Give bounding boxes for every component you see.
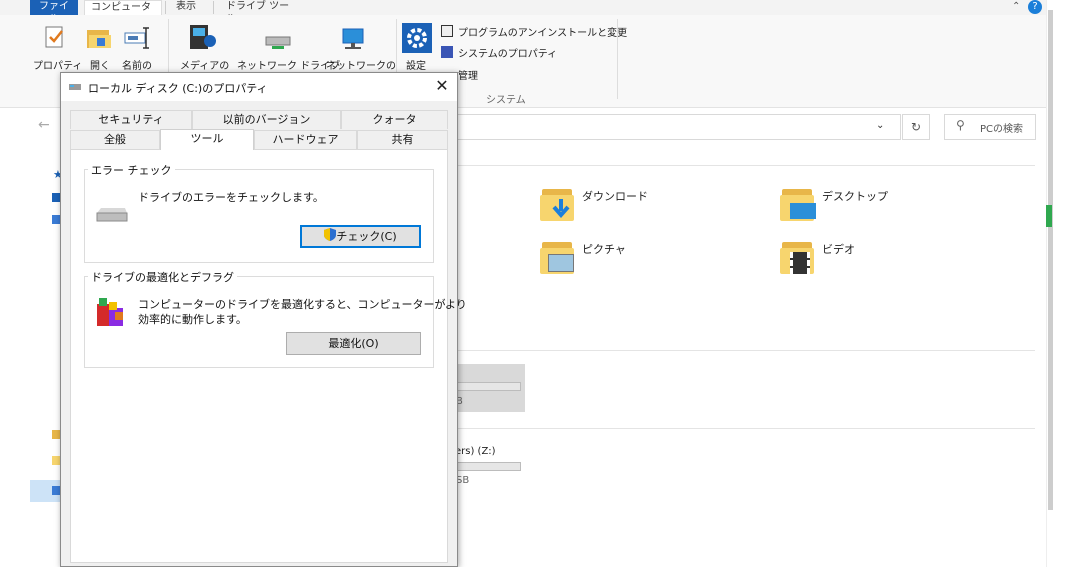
folder-label[interactable]: ピクチャ [582,241,626,257]
drive-label[interactable]: ers) (Z:) [455,446,496,457]
tab-general[interactable]: 全般 [70,130,160,149]
tab-sharing[interactable]: 共有 [357,130,448,149]
search-placeholder: PCの検索 [980,124,1024,135]
uninstall-programs-link[interactable]: プログラムのアンインストールと変更 [458,24,627,39]
system-group-label: システム [486,95,526,106]
chevron-down-icon[interactable]: ⌄ [876,120,884,131]
network-location-icon[interactable] [340,27,368,51]
close-icon[interactable]: ✕ [431,76,453,98]
optimize-description: コンピューターのドライブを最適化すると、コンピューターがより [138,298,467,311]
tab-security[interactable]: セキュリティ [70,110,192,129]
system-properties-icon[interactable] [441,46,453,58]
scrollbar-thumb[interactable] [1048,10,1053,510]
optimize-button[interactable]: 最適化(O) [286,332,421,355]
defrag-icon [95,296,127,328]
search-icon: ⚲ [956,118,965,132]
ribbon-separator [617,19,618,99]
media-access-icon[interactable] [188,23,218,51]
properties-dialog: ローカル ディスク (C:)のプロパティ ✕ セキュリティ 以前のバージョン ク… [60,72,467,567]
section-divider [455,350,1035,351]
drive-usage-bar [455,462,521,471]
chevron-up-icon[interactable]: ⌃ [1012,1,1020,12]
open-folder-icon[interactable] [86,27,112,49]
folder-icon[interactable] [540,238,576,274]
tab-previous-versions[interactable]: 以前のバージョン [192,110,341,129]
drive-icon [69,82,81,92]
rename-button[interactable]: 名前の [122,57,152,72]
media-button[interactable]: メディアの [180,57,229,72]
tab-quota[interactable]: クォータ [341,110,448,129]
map-network-drive-button[interactable]: ネットワーク ドライブ [237,57,340,72]
gear-icon[interactable] [402,23,432,53]
tools-tab-panel: エラー チェック ドライブのエラーをチェックします。 チェック(C) ドライブの… [70,149,467,563]
shield-icon [324,227,337,247]
manage-link[interactable]: 管理 [458,67,478,82]
rename-icon[interactable] [124,27,152,49]
network-location-button[interactable]: ネットワークの [326,57,396,72]
check-button-label: チェック(C) [336,230,397,243]
properties-button[interactable]: プロパティ [33,57,82,72]
properties-icon[interactable] [44,25,66,49]
tab-drive-tools[interactable]: ドライブ ツール [220,0,300,25]
dialog-titlebar[interactable]: ローカル ディスク (C:)のプロパティ ✕ [61,73,457,101]
ribbon-tab-bar: ファイル コンピューター 表示 ドライブ ツール ⌃ ? [0,0,1046,26]
status-indicator [1046,205,1052,227]
folder-icon[interactable] [780,238,816,274]
folder-icon[interactable] [780,185,816,221]
tab-separator [165,1,166,14]
group-title: ドライブの最適化とデフラグ [88,269,237,285]
section-divider [455,428,1035,429]
tab-view[interactable]: 表示 [170,0,206,15]
tab-computer[interactable]: コンピューター [84,0,162,26]
folder-icon[interactable] [540,185,576,221]
tab-separator [213,1,214,14]
back-arrow-icon[interactable]: ← [38,117,50,133]
refresh-icon[interactable]: ↻ [902,114,930,140]
error-check-group [84,169,434,263]
tab-file[interactable]: ファイル [30,0,78,25]
folder-label[interactable]: ダウンロード [582,188,648,204]
system-properties-link[interactable]: システムのプロパティ [458,45,557,60]
settings-button[interactable]: 設定 [406,57,426,72]
optimize-description: 効率的に動作します。 [138,313,247,326]
section-divider [455,165,1035,166]
network-drive-icon[interactable] [264,31,294,51]
error-check-description: ドライブのエラーをチェックします。 [138,191,324,204]
tab-tools[interactable]: ツール [160,129,254,150]
check-button[interactable]: チェック(C) [300,225,421,248]
group-title: エラー チェック [88,162,175,178]
dialog-title: ローカル ディスク (C:)のプロパティ [88,82,268,95]
folder-label[interactable]: デスクトップ [822,188,888,204]
uninstall-icon[interactable] [441,25,453,37]
address-bar[interactable] [455,114,901,140]
open-button[interactable]: 開く [90,57,110,72]
drive-icon [95,205,129,223]
drive-usage-bar [455,382,521,391]
help-icon[interactable]: ? [1028,0,1042,14]
folder-label[interactable]: ビデオ [822,241,855,257]
tab-hardware[interactable]: ハードウェア [254,130,357,149]
